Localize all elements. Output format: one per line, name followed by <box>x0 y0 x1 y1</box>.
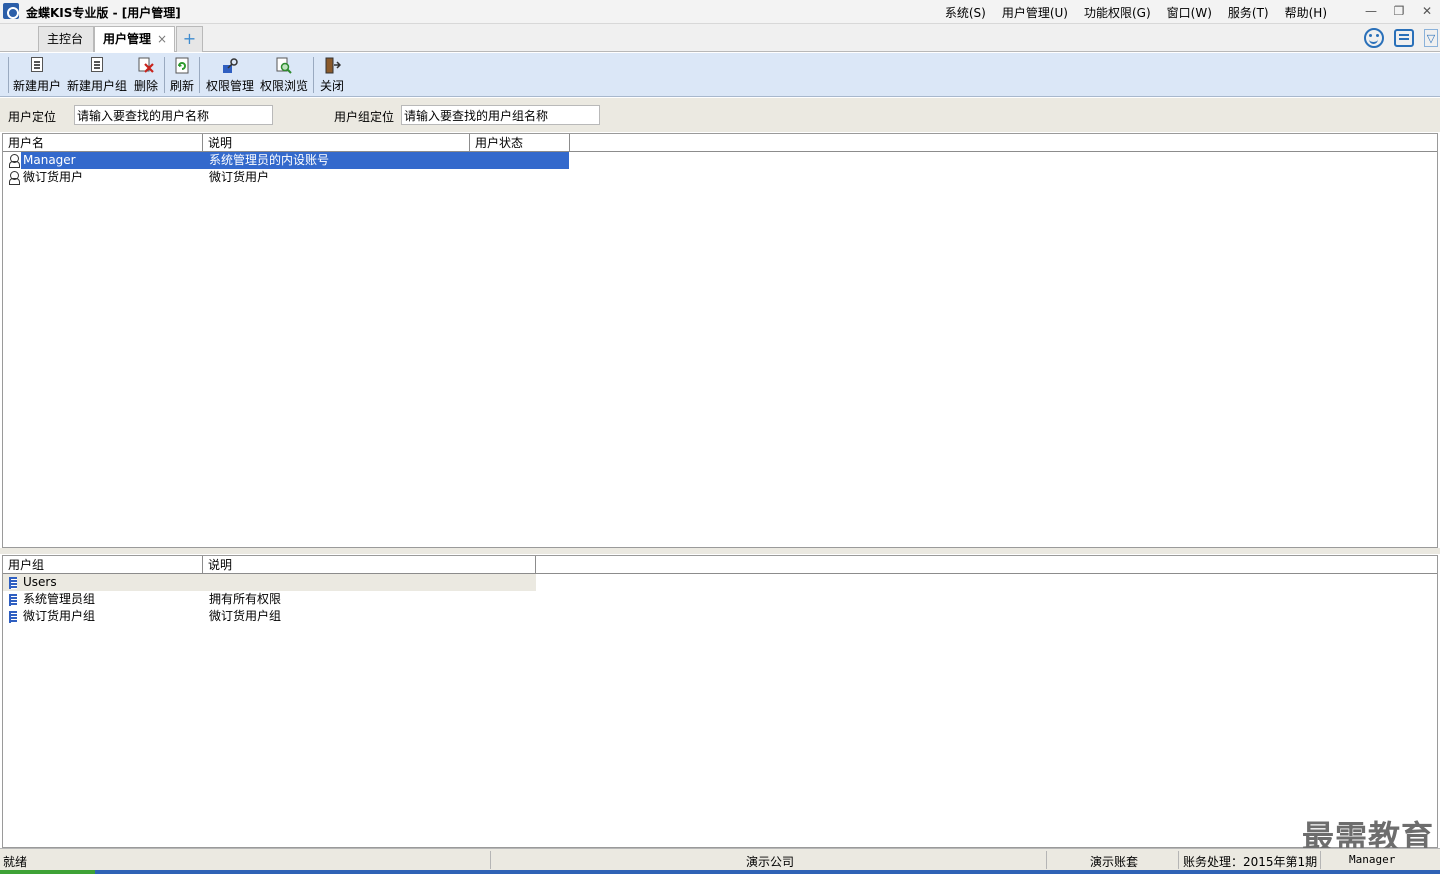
tab-close-icon[interactable]: × <box>157 27 167 51</box>
add-tab-icon[interactable]: + <box>176 26 203 52</box>
header-right-icons: ▽ <box>1364 28 1438 48</box>
toolbar-separator <box>199 57 200 93</box>
users-table-header: 用户名 说明 用户状态 <box>3 134 1437 152</box>
user-search-input[interactable] <box>74 105 273 125</box>
table-row[interactable]: 系统管理员组 拥有所有权限 <box>3 591 1437 608</box>
new-group-button[interactable]: 新建用户组 <box>67 55 127 95</box>
tab-home[interactable]: 主控台 <box>38 26 94 52</box>
user-search-label: 用户定位 <box>8 110 57 124</box>
refresh-label: 刷新 <box>170 79 195 93</box>
group-search-label: 用户组定位 <box>334 110 395 124</box>
minimize-icon[interactable]: — <box>1364 2 1378 20</box>
window-controls: — ❐ ✕ <box>1364 2 1434 20</box>
column-header-group-description[interactable]: 说明 <box>203 556 536 574</box>
group-icon <box>9 611 17 623</box>
status-separator <box>1178 851 1179 869</box>
close-icon[interactable]: ✕ <box>1420 2 1434 20</box>
user-icon <box>8 154 20 168</box>
new-user-icon <box>28 57 46 75</box>
column-header-username[interactable]: 用户名 <box>3 134 203 152</box>
delete-icon <box>137 57 155 75</box>
close-label: 关闭 <box>320 79 345 93</box>
status-period: 账务处理：2015年第1期 <box>1183 855 1318 869</box>
delete-button[interactable]: 删除 <box>134 55 158 95</box>
app-logo-icon <box>3 3 19 19</box>
status-separator <box>490 851 491 869</box>
close-button[interactable]: 关闭 <box>320 55 344 95</box>
taskbar-strip <box>0 870 1440 874</box>
groups-table-header: 用户组 说明 <box>3 556 1437 574</box>
message-icon[interactable] <box>1394 29 1414 47</box>
group-name-cell: 微订货用户组 <box>23 609 96 623</box>
column-header-description[interactable]: 说明 <box>203 134 470 152</box>
status-user: Manager <box>1349 853 1396 866</box>
tab-bar: 主控台 用户管理 × + <box>0 24 1440 52</box>
menu-permissions[interactable]: 功能权限(G) <box>1083 4 1152 21</box>
status-company: 演示公司 <box>746 855 795 869</box>
user-name-cell: Manager <box>23 153 76 167</box>
groups-table: 用户组 说明 Users 系统管理员组 拥有所有权限 微订货用户组 微订货用户组 <box>2 555 1438 848</box>
group-name-cell: 系统管理员组 <box>23 592 96 606</box>
exit-door-icon <box>323 57 342 75</box>
toolbar-separator <box>164 57 165 93</box>
refresh-icon <box>173 57 191 75</box>
toolbar-separator <box>313 57 314 93</box>
status-separator <box>1320 851 1321 869</box>
column-header-status[interactable]: 用户状态 <box>470 134 570 152</box>
menu-help[interactable]: 帮助(H) <box>1284 4 1328 21</box>
tab-user-management-label: 用户管理 <box>103 32 152 46</box>
user-description-cell: 系统管理员的内设账号 <box>209 153 330 167</box>
toolbar-separator <box>8 57 9 93</box>
delete-label: 删除 <box>134 79 159 93</box>
user-icon <box>8 171 20 185</box>
group-icon <box>9 577 17 589</box>
permission-browse-button[interactable]: 权限浏览 <box>260 55 308 95</box>
user-description-cell: 微订货用户 <box>209 170 270 184</box>
menu-service[interactable]: 服务(T) <box>1227 4 1270 21</box>
permission-manage-label: 权限管理 <box>206 79 255 93</box>
key-icon <box>221 57 239 75</box>
table-row[interactable]: 微订货用户组 微订货用户组 <box>3 608 1437 625</box>
new-user-label: 新建用户 <box>13 79 62 93</box>
group-name-cell: Users <box>23 575 57 589</box>
status-separator <box>1046 851 1047 869</box>
search-row: 用户定位 用户组定位 <box>0 98 1440 132</box>
tab-home-label: 主控台 <box>47 32 84 46</box>
panel-splitter[interactable] <box>0 548 1440 554</box>
new-group-label: 新建用户组 <box>67 79 128 93</box>
chevron-down-icon[interactable]: ▽ <box>1424 29 1438 47</box>
users-table: 用户名 说明 用户状态 Manager 系统管理员的内设账号 微订货用户 微订货… <box>2 133 1438 548</box>
group-description-cell: 拥有所有权限 <box>209 592 282 606</box>
permission-browse-label: 权限浏览 <box>260 79 309 93</box>
menu-window[interactable]: 窗口(W) <box>1166 4 1213 21</box>
smiley-icon[interactable] <box>1364 28 1384 48</box>
new-user-button[interactable]: 新建用户 <box>13 55 61 95</box>
toolbar: 新建用户 新建用户组 删除 刷新 权限管理 权限浏览 关闭 <box>0 53 1440 97</box>
group-icon <box>9 594 17 606</box>
group-description-cell: 微订货用户组 <box>209 609 282 623</box>
new-group-icon <box>88 57 106 75</box>
status-ready: 就绪 <box>3 855 28 869</box>
restore-icon[interactable]: ❐ <box>1392 2 1406 20</box>
refresh-button[interactable]: 刷新 <box>170 55 194 95</box>
user-name-cell: 微订货用户 <box>23 170 84 184</box>
table-row[interactable]: Manager 系统管理员的内设账号 <box>3 152 1437 169</box>
window-title: 金蝶KIS专业版 - [用户管理] <box>26 6 181 20</box>
tab-user-management[interactable]: 用户管理 × <box>94 26 175 52</box>
group-search-input[interactable] <box>401 105 600 125</box>
status-account-set: 演示账套 <box>1090 855 1139 869</box>
status-bar: 就绪 演示公司 演示账套 账务处理：2015年第1期 Manager <box>0 848 1440 870</box>
magnifier-icon <box>275 57 293 75</box>
menu-bar: 系统(S) 用户管理(U) 功能权限(G) 窗口(W) 服务(T) 帮助(H) <box>944 4 1328 21</box>
table-row[interactable]: 微订货用户 微订货用户 <box>3 169 1437 186</box>
menu-system[interactable]: 系统(S) <box>944 4 987 21</box>
menu-user-management[interactable]: 用户管理(U) <box>1001 4 1069 21</box>
title-bar: 金蝶KIS专业版 - [用户管理] 系统(S) 用户管理(U) 功能权限(G) … <box>0 0 1440 24</box>
table-row[interactable]: Users <box>3 574 536 591</box>
column-header-group[interactable]: 用户组 <box>3 556 203 574</box>
permission-manage-button[interactable]: 权限管理 <box>206 55 254 95</box>
